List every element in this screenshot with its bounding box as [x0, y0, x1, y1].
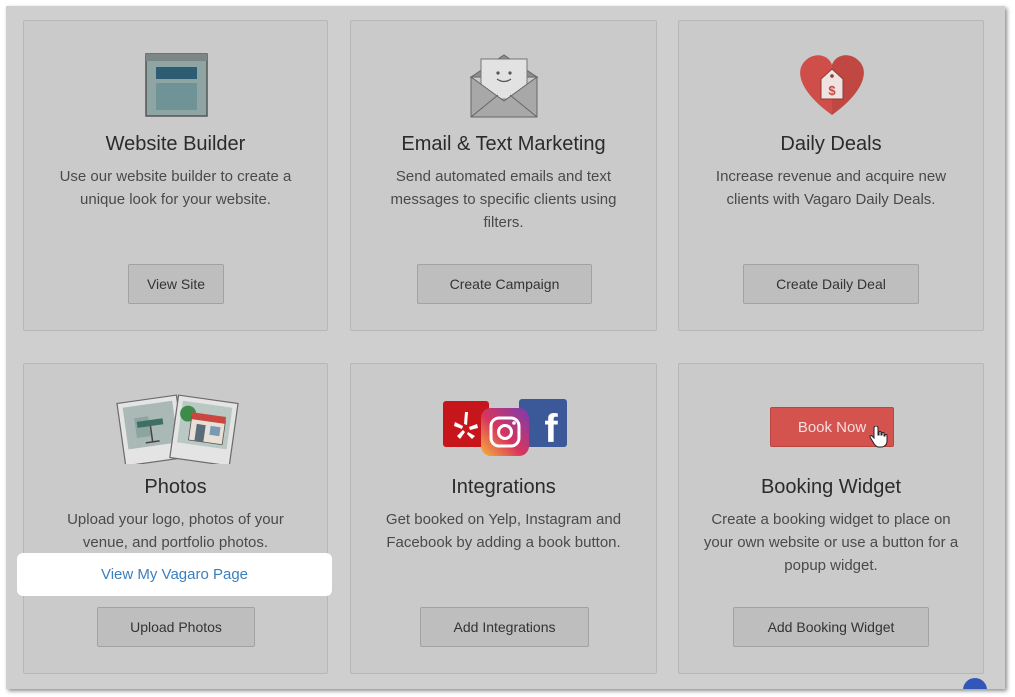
- view-vagaro-page-highlight: View My Vagaro Page: [17, 553, 332, 596]
- card-description: Increase revenue and acquire new clients…: [715, 168, 947, 208]
- photos-icon: [24, 392, 327, 467]
- email-marketing-card: Email & Text Marketing Send automated em…: [350, 20, 657, 331]
- card-title: Email & Text Marketing: [401, 133, 606, 155]
- booking-widget-card: Book Now Booking Widget Create a booking…: [678, 363, 984, 674]
- add-booking-widget-button[interactable]: Add Booking Widget: [733, 607, 929, 647]
- card-title: Photos: [144, 476, 207, 498]
- card-description: Send automated emails and text messages …: [390, 168, 617, 231]
- view-site-button[interactable]: View Site: [128, 264, 224, 304]
- card-title: Website Builder: [105, 133, 246, 155]
- card-description: Use our website builder to create a uniq…: [59, 168, 292, 208]
- card-title: Integrations: [451, 476, 556, 498]
- add-integrations-button[interactable]: Add Integrations: [420, 607, 589, 647]
- svg-text:f: f: [544, 407, 558, 451]
- card-description: Upload your logo, photos of your venue, …: [67, 511, 284, 551]
- card-description: Get booked on Yelp, Instagram and Facebo…: [385, 511, 622, 551]
- card-title: Booking Widget: [760, 476, 902, 498]
- create-daily-deal-button[interactable]: Create Daily Deal: [743, 264, 919, 304]
- view-my-vagaro-page-link[interactable]: View My Vagaro Page: [101, 566, 248, 583]
- social-logos-icon: f: [351, 392, 656, 464]
- website-icon: [24, 49, 327, 121]
- hand-cursor-icon: [869, 426, 888, 448]
- book-now-button-icon: Book Now: [679, 364, 983, 464]
- heart-price-tag-icon: $: [679, 49, 983, 121]
- dimmed-overlay: Website Builder Use our website builder …: [6, 6, 1005, 689]
- website-builder-card: Website Builder Use our website builder …: [23, 20, 328, 331]
- upload-photos-button[interactable]: Upload Photos: [97, 607, 255, 647]
- photos-card: Photos Upload your logo, photos of your …: [23, 363, 328, 674]
- chat-bubble-icon[interactable]: [963, 678, 987, 689]
- integrations-card: f Integrations Get booked on Yelp, Insta…: [350, 363, 657, 674]
- envelope-icon: [351, 49, 656, 121]
- create-campaign-button[interactable]: Create Campaign: [417, 264, 592, 304]
- daily-deals-card: $ Daily Deals Increase revenue and acqui…: [678, 20, 984, 331]
- card-description: Create a booking widget to place on your…: [703, 511, 959, 574]
- instagram-logo-icon: [481, 408, 529, 456]
- svg-text:$: $: [828, 83, 836, 98]
- card-title: Daily Deals: [780, 133, 882, 155]
